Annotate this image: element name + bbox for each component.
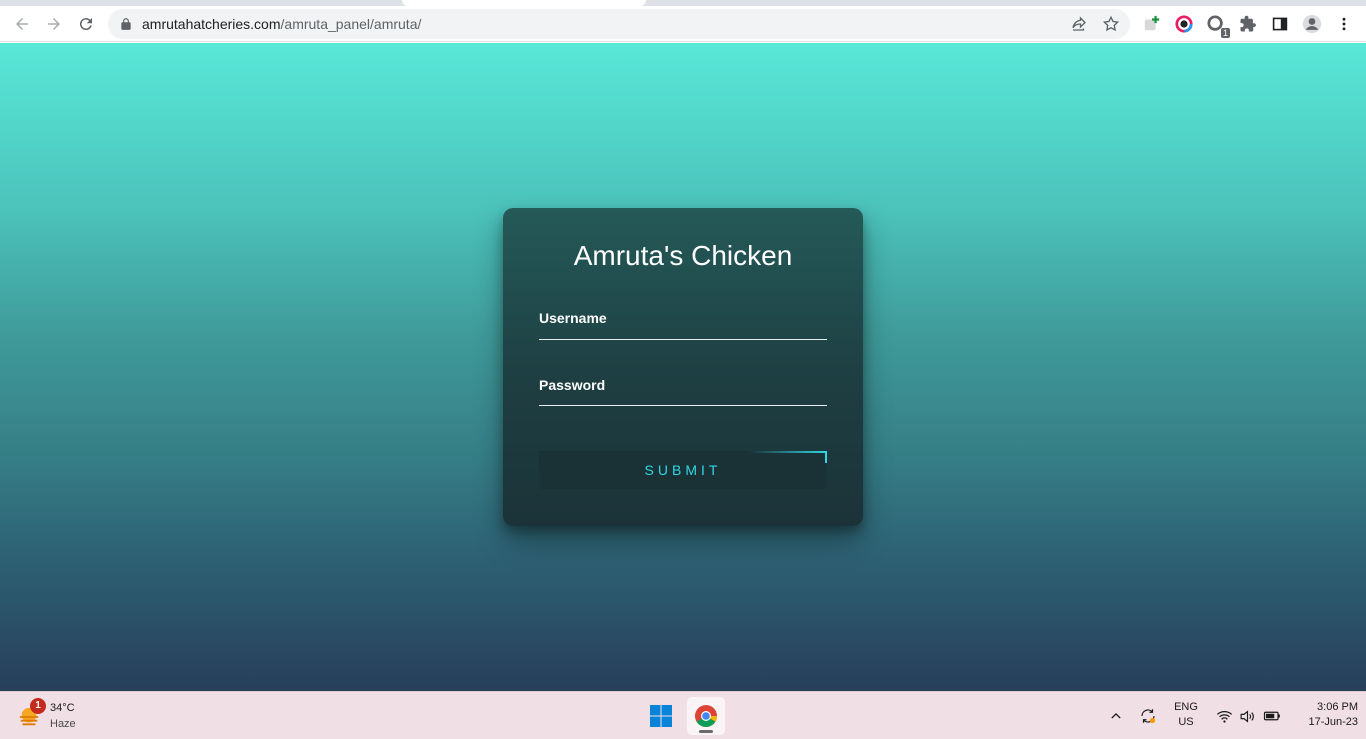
password-input[interactable] — [539, 377, 827, 403]
sync-tray-button[interactable] — [1136, 702, 1160, 730]
clock[interactable]: 3:06 PM 17-Jun-23 — [1290, 700, 1358, 730]
password-field: Password — [539, 377, 827, 407]
chrome-icon — [695, 705, 717, 727]
puzzle-extensions-icon[interactable] — [1238, 14, 1258, 34]
language-secondary: US — [1178, 716, 1194, 728]
lock-icon — [121, 18, 131, 30]
submit-border-animation-top — [749, 451, 827, 453]
add-extension-icon[interactable] — [1142, 14, 1162, 34]
wifi-tray-button[interactable] — [1214, 702, 1234, 730]
language-primary: ENG — [1174, 701, 1198, 713]
side-panel-icon[interactable] — [1270, 14, 1290, 34]
username-underline — [539, 339, 827, 340]
chevron-up-icon — [1111, 713, 1121, 719]
forward-button[interactable] — [40, 10, 68, 38]
weather-temperature: 34°C — [50, 702, 75, 714]
address-bar[interactable]: amrutahatcheries.com/amruta_panel/amruta… — [108, 9, 1130, 39]
username-field: Username — [539, 310, 827, 340]
show-hidden-icons-button[interactable] — [1106, 702, 1126, 730]
input-language-indicator[interactable]: ENG US — [1170, 700, 1202, 730]
back-button[interactable] — [8, 10, 36, 38]
chrome-taskbar-button[interactable] — [687, 697, 725, 735]
page-background: Amruta's Chicken Username Password SUBMI… — [0, 43, 1366, 691]
weather-alert-badge: 1 — [30, 698, 46, 714]
weather-condition: Haze — [50, 718, 76, 730]
active-app-indicator — [699, 730, 713, 733]
speaker-icon — [1240, 709, 1254, 723]
sync-icon — [1141, 709, 1156, 724]
share-icon[interactable] — [1070, 15, 1088, 33]
profile-avatar-icon[interactable] — [1302, 14, 1322, 34]
windows-logo-icon — [650, 705, 672, 727]
color-picker-extension-icon[interactable] — [1174, 14, 1194, 34]
start-button[interactable] — [642, 697, 680, 735]
taskbar: 1 34°C Haze ENG US 3:06 PM 17-Jun-23 — [0, 691, 1366, 739]
url-domain: amrutahatcheries.com — [142, 16, 281, 32]
extension-with-badge-icon[interactable]: 1 — [1206, 14, 1230, 38]
submit-border-animation-right — [825, 451, 827, 463]
reload-icon — [79, 18, 92, 31]
battery-icon — [1263, 711, 1280, 721]
password-underline — [539, 405, 827, 406]
url-text: amrutahatcheries.com/amruta_panel/amruta… — [142, 16, 421, 32]
submit-label: SUBMIT — [644, 462, 722, 478]
login-title: Amruta's Chicken — [573, 240, 793, 271]
clock-time: 3:06 PM — [1317, 701, 1358, 713]
arrow-right-icon — [48, 18, 60, 30]
arrow-left-icon — [16, 18, 28, 30]
reload-button[interactable] — [72, 10, 100, 38]
extension-badge: 1 — [1220, 28, 1230, 38]
username-input[interactable] — [539, 310, 827, 336]
browser-toolbar: amrutahatcheries.com/amruta_panel/amruta… — [0, 6, 1366, 42]
clock-date: 17-Jun-23 — [1308, 716, 1358, 728]
volume-tray-button[interactable] — [1237, 702, 1257, 730]
battery-tray-button[interactable] — [1261, 702, 1283, 730]
weather-widget[interactable]: 1 34°C Haze — [16, 698, 96, 734]
star-bookmark-icon[interactable] — [1102, 15, 1120, 33]
url-path: /amruta_panel/amruta/ — [280, 16, 422, 32]
wifi-icon — [1216, 710, 1232, 723]
kebab-menu-icon[interactable] — [1334, 14, 1354, 34]
login-card: Amruta's Chicken Username Password SUBMI… — [503, 208, 863, 526]
submit-button[interactable]: SUBMIT — [539, 451, 827, 489]
